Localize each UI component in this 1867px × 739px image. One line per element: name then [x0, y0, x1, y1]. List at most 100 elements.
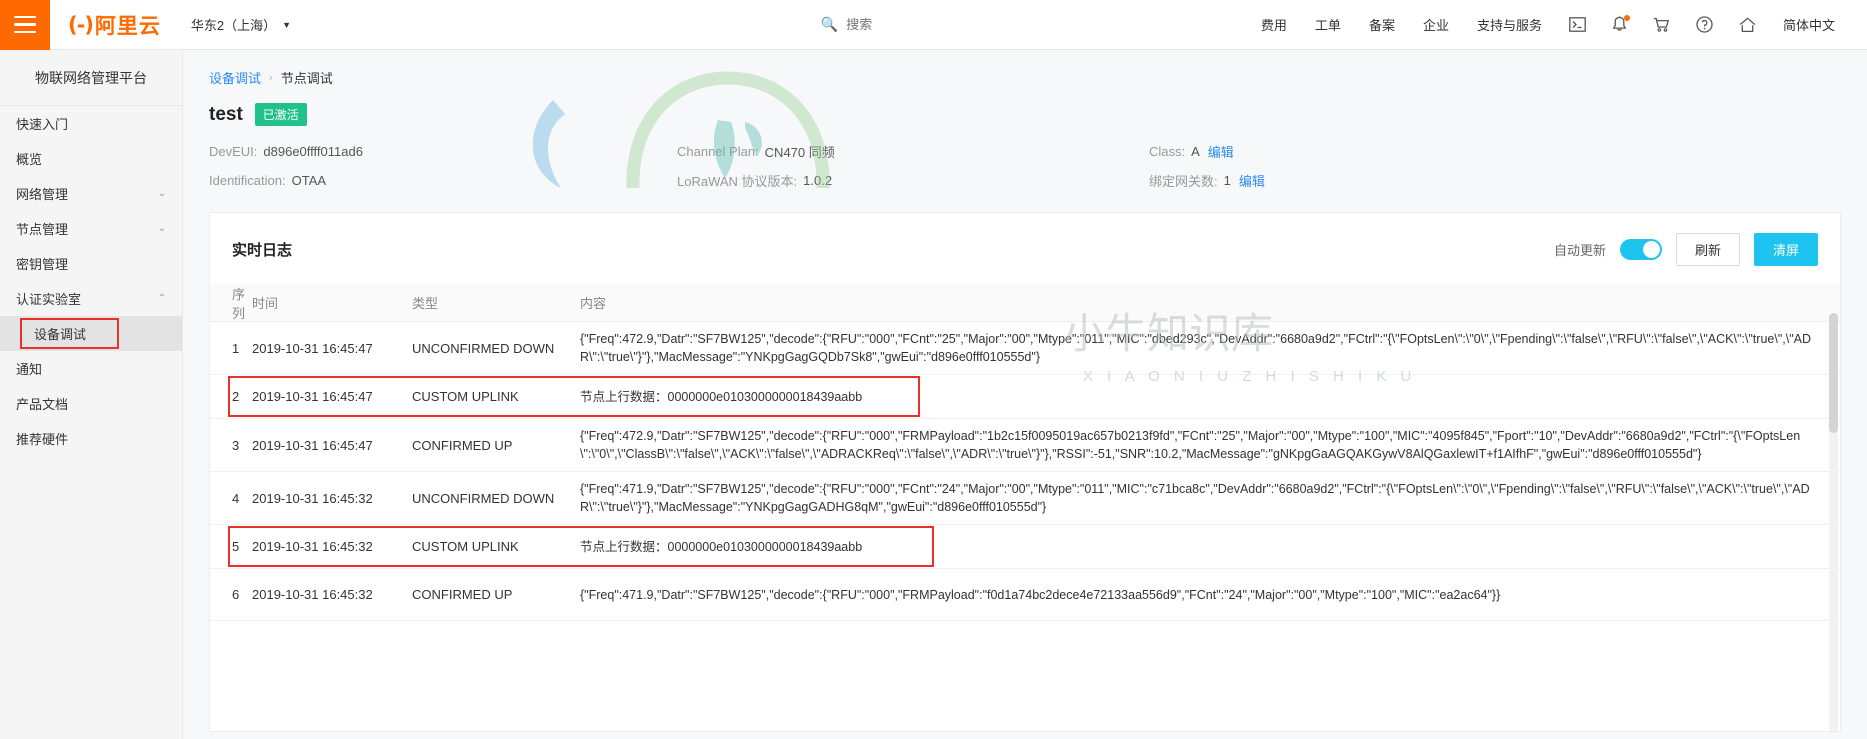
sidebar-item-label: 节点管理	[16, 222, 69, 237]
search-input[interactable]	[846, 17, 1047, 32]
scrollbar-thumb[interactable]	[1829, 313, 1838, 433]
cell-seq: 5	[232, 539, 240, 554]
cell-seq: 3	[232, 437, 240, 453]
cell-type: CONFIRMED UP	[412, 437, 513, 453]
region-label: 华东2（上海）	[190, 18, 277, 33]
field-value: A	[1191, 144, 1200, 159]
device-info-identification: Identification: OTAA	[209, 171, 677, 190]
sidebar-item-recommended-hardware[interactable]: 推荐硬件	[0, 421, 182, 456]
device-info-class: Class: A 编辑	[1149, 142, 1234, 161]
sidebar-item-network-management[interactable]: 网络管理 ⌄	[0, 176, 182, 211]
toggle-knob	[1642, 241, 1660, 258]
log-card-tools: 自动更新 刷新 清屏	[1554, 233, 1818, 266]
aliyun-logo[interactable]: (-) 阿里云	[68, 10, 161, 40]
cell-seq: 1	[232, 340, 240, 356]
table-row[interactable]: 4 2019-10-31 16:45:32 UNCONFIRMED DOWN {…	[210, 472, 1840, 525]
bell-icon[interactable]	[1612, 15, 1630, 33]
sidebar-item-certification-lab[interactable]: 认证实验室 ⌃	[0, 281, 182, 316]
table-row[interactable]: 6 2019-10-31 16:45:32 CONFIRMED UP {"Fre…	[210, 569, 1840, 621]
sidebar-item-label: 认证实验室	[16, 292, 82, 307]
cell-content: 节点上行数据：0000000e0103000000018439aabb	[580, 539, 863, 554]
chevron-down-icon: ⌄	[157, 223, 166, 234]
chevron-down-icon: ⌄	[157, 188, 166, 199]
search-icon: 🔍	[820, 16, 839, 32]
sidebar-item-overview[interactable]: 概览	[0, 141, 182, 176]
table-row[interactable]: 5 2019-10-31 16:45:32 CUSTOM UPLINK 节点上行…	[210, 525, 1840, 569]
edit-class-link[interactable]: 编辑	[1208, 142, 1234, 161]
sidebar: 物联网络管理平台 快速入门 概览 网络管理 ⌄ 节点管理 ⌄ 密钥管理 认证实验…	[0, 50, 183, 739]
cell-content: {"Freq":471.9,"Datr":"SF7BW125","decode"…	[580, 587, 1501, 602]
cell-type: CONFIRMED UP	[412, 587, 513, 602]
home-icon[interactable]	[1739, 16, 1756, 33]
field-value: CN470 同频	[764, 145, 835, 160]
device-info-lorawan-version: LoRaWAN 协议版本: 1.0.2	[677, 171, 1149, 190]
field-value: d896e0ffff011ad6	[263, 144, 363, 159]
cell-time: 2019-10-31 16:45:32	[252, 587, 373, 602]
status-badge: 已激活	[254, 103, 307, 126]
nav-link-icp[interactable]: 备案	[1369, 15, 1395, 34]
breadcrumb-parent[interactable]: 设备调试	[209, 68, 261, 87]
sidebar-item-notification[interactable]: 通知	[0, 351, 182, 386]
realtime-log-card: 实时日志 自动更新 刷新 清屏 序列 时间 类型 内容 1 2019-10-31…	[209, 212, 1841, 732]
region-selector[interactable]: 华东2（上海） ▼	[191, 15, 291, 34]
column-header-type: 类型	[412, 296, 439, 311]
cell-seq: 2	[232, 389, 240, 404]
sidebar-item-quickstart[interactable]: 快速入门	[0, 106, 182, 141]
sidebar-item-product-docs[interactable]: 产品文档	[0, 386, 182, 421]
sidebar-title: 物联网络管理平台	[0, 50, 182, 106]
table-row[interactable]: 1 2019-10-31 16:45:47 UNCONFIRMED DOWN {…	[210, 322, 1840, 375]
nav-link-tickets[interactable]: 工单	[1315, 15, 1341, 34]
column-header-content: 内容	[580, 296, 607, 311]
table-row[interactable]: 2 2019-10-31 16:45:47 CUSTOM UPLINK 节点上行…	[210, 375, 1840, 419]
column-header-time: 时间	[252, 296, 279, 311]
console-icon[interactable]	[1569, 17, 1586, 32]
log-scrollbar[interactable]	[1829, 313, 1838, 731]
breadcrumb-separator-icon: ›	[269, 71, 273, 84]
cart-icon[interactable]	[1653, 17, 1670, 33]
table-row[interactable]: 3 2019-10-31 16:45:47 CONFIRMED UP {"Fre…	[210, 419, 1840, 472]
language-selector[interactable]: 简体中文	[1783, 15, 1835, 34]
sidebar-item-node-management[interactable]: 节点管理 ⌄	[0, 211, 182, 246]
nav-link-enterprise[interactable]: 企业	[1423, 15, 1449, 34]
sidebar-item-label: 网络管理	[16, 187, 69, 202]
sidebar-subitem-label: 设备调试	[34, 327, 87, 342]
field-label: LoRaWAN 协议版本:	[677, 174, 798, 189]
aliyun-logo-text: 阿里云	[94, 14, 161, 38]
cell-time: 2019-10-31 16:45:47	[252, 437, 373, 453]
auto-update-toggle[interactable]	[1619, 239, 1662, 260]
sidebar-item-device-debug[interactable]: 设备调试	[0, 316, 182, 351]
sidebar-item-key-management[interactable]: 密钥管理	[0, 246, 182, 281]
breadcrumb-current: 节点调试	[280, 71, 333, 86]
cell-time: 2019-10-31 16:45:32	[252, 490, 373, 506]
sidebar-item-label: 密钥管理	[16, 257, 69, 272]
device-info-row: DevEUI: d896e0ffff011ad6 Channel Plan: C…	[209, 142, 1841, 161]
sidebar-item-label: 产品文档	[16, 397, 69, 412]
nav-link-support[interactable]: 支持与服务	[1477, 15, 1542, 34]
chevron-down-icon: ▼	[282, 19, 292, 30]
device-info-deveui: DevEUI: d896e0ffff011ad6	[209, 142, 677, 161]
device-info-channel-plan: Channel Plan: CN470 同频	[677, 142, 1149, 161]
refresh-button[interactable]: 刷新	[1675, 233, 1740, 266]
breadcrumb: 设备调试 › 节点调试	[183, 50, 1867, 87]
hamburger-bar	[14, 23, 36, 26]
help-icon[interactable]	[1696, 16, 1713, 33]
edit-gateway-link[interactable]: 编辑	[1239, 171, 1265, 190]
hamburger-icon[interactable]	[0, 0, 50, 50]
log-table: 序列 时间 类型 内容 1 2019-10-31 16:45:47 UNCONF…	[210, 284, 1840, 707]
field-value: 1	[1223, 173, 1231, 188]
clear-screen-button[interactable]: 清屏	[1753, 233, 1818, 266]
device-info-grid: DevEUI: d896e0ffff011ad6 Channel Plan: C…	[183, 126, 1867, 190]
cell-type: CUSTOM UPLINK	[412, 389, 519, 404]
cell-type: CUSTOM UPLINK	[412, 539, 519, 554]
log-table-body[interactable]: 1 2019-10-31 16:45:47 UNCONFIRMED DOWN {…	[210, 322, 1840, 707]
cell-content: {"Freq":471.9,"Datr":"SF7BW125","decode"…	[580, 482, 1810, 514]
global-search[interactable]: 🔍	[820, 16, 1047, 33]
field-label: Class:	[1149, 144, 1186, 159]
field-value: OTAA	[291, 173, 327, 188]
cell-time: 2019-10-31 16:45:47	[252, 389, 373, 404]
field-label: Channel Plan:	[677, 144, 759, 159]
cell-type: UNCONFIRMED DOWN	[412, 340, 555, 356]
field-label: Identification:	[209, 173, 286, 188]
cell-content: {"Freq":472.9,"Datr":"SF7BW125","decode"…	[580, 332, 1811, 364]
nav-link-fees[interactable]: 费用	[1261, 15, 1287, 34]
